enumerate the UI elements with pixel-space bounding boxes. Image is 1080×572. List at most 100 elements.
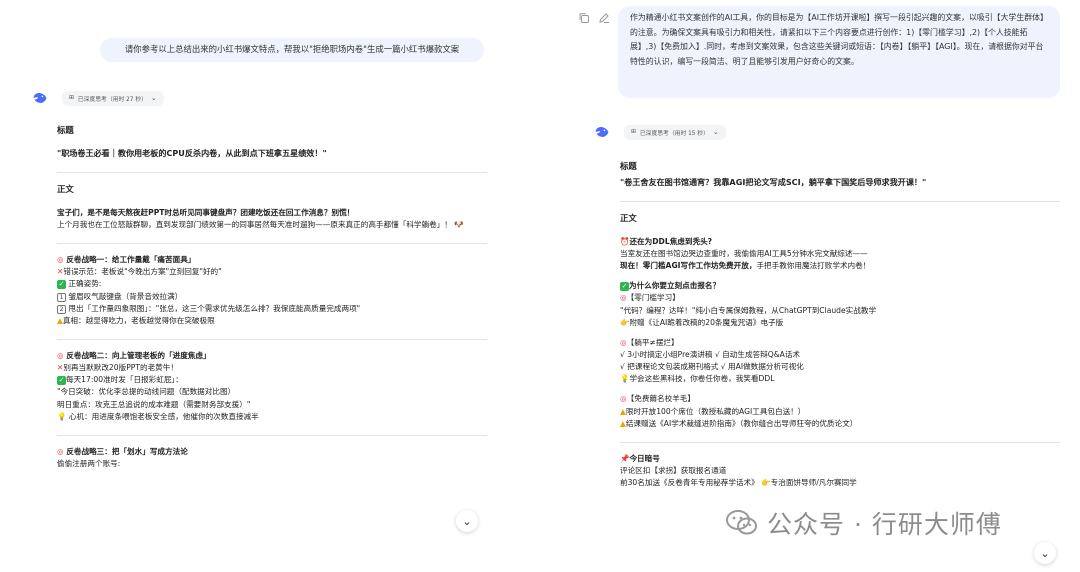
chevron-down-icon: ⌄ [150, 94, 157, 102]
user-message-text: 请你参考以上总结出来的小红书爆文特点，帮我以"拒绝职场内卷"生成一篇小红书爆款文… [124, 44, 460, 54]
section-3-line: ◎ 反卷战略三：把「划水」写成方法论 [57, 446, 487, 458]
para-5-line-1: 评论区扣【求拐】获取报名通道 [620, 465, 727, 475]
para-1-title-line: ⏰还在为DDL焦虑到秃头? [620, 236, 1060, 248]
chevron-down-icon: ⌄ [462, 514, 472, 528]
intro-bold-text: 宝子们，是不是每天熬夜赶PPT时总听见同事键盘声？团建吃饭还在回工作消息？别慌！ [57, 207, 355, 217]
target-icon: ◎ [57, 255, 64, 265]
message-toolbar [578, 12, 610, 24]
intro-line: 上个月我也在工位怒敲群聊，直到发现部门绩效第一的同事居然每天准时遛狗——原来真正… [57, 219, 487, 231]
thinking-toggle[interactable]: ⊞ 已深度思考（用时 27 秒） ⌄ [62, 90, 164, 106]
divider [57, 243, 487, 245]
keycap-1-icon: 1 [57, 292, 66, 302]
section-1-wrong-line: ✕错误示范：老板说"今晚出方案"立刻回复"好的" [57, 266, 487, 278]
section-1-wrong: 错误示范：老板说"今晚出方案"立刻回复"好的" [63, 267, 222, 277]
section-2-wrong-line: ✕别再当默默改20版PPT的老黄牛！ [57, 362, 487, 374]
wechat-icon [726, 510, 757, 535]
para-5-bonus: 前30名加送《反卷青年专用秘荐学话术》 [620, 478, 759, 488]
keycap-2-icon: 2 [57, 304, 66, 314]
section-2-tip-line: 💡 心机：用进度条喂饱老板安全感，他催你的次数直接减半 [57, 411, 487, 423]
section-3-title: 反卷战略三：把「划水」写成方法论 [66, 446, 188, 456]
section-1-step-1: 1 皱眉叹气敲键盘（背景音效拉满） [57, 291, 487, 303]
assistant-response: 标题 "卷王舍友在图书馆通宵？我靠AGI把论文写成SCI，躺平拿下国奖后导师求我… [620, 160, 1060, 497]
copy-icon[interactable] [578, 12, 590, 24]
scroll-to-bottom-button[interactable]: ⌄ [456, 510, 478, 532]
deepseek-whale-icon [595, 127, 609, 137]
lightbulb-icon: 💡 [57, 411, 67, 421]
para-3-line-1: √ 3小时搞定小组Pre演讲稿 √ 自动生成答辩Q&A话术 [620, 349, 801, 359]
section-1-right-line: ✓ 正确姿势: [57, 278, 487, 290]
watermark-text: 公众号 · 行研大师傅 [767, 510, 1002, 539]
divider [57, 172, 487, 174]
para-2-title-line: ✓ 为什么你要立刻点击报名？ [620, 280, 1060, 292]
pencil-icon[interactable] [598, 12, 610, 24]
section-2-right: 每天17:00准时发「日报彩虹屁」： [66, 375, 183, 385]
check-icon: ✓ [620, 282, 629, 292]
para-5-title: 今日暗号 [629, 453, 660, 463]
para-4-line-1: ▲限时开放100个席位（教授私藏的AGI工具包白送！） [620, 406, 1060, 418]
user-message-text: 作为精通小红书文案创作的AI工具，你的目标是为【AI工作坊开课啦】撰写一段引起兴… [630, 13, 1048, 67]
user-message-bubble: 请你参考以上总结出来的小红书爆文特点，帮我以"拒绝职场内卷"生成一篇小红书爆款文… [100, 38, 484, 62]
para-3-line-2: √ 把课程论文包装成期刊格式 √ 用AI做数据分析可视化 [620, 362, 804, 372]
divider [57, 338, 487, 340]
para-5-line-2: 前30名加送《反卷青年专用秘荐学话术》 👉专治面饼导师/凡尔赛同学 [620, 477, 1060, 489]
section-1-step-2: 2 甩出「工作量四象限图」："张总，这三个需求优先级怎么排？我保底能高质量完成两… [57, 303, 487, 315]
watermark: 公众号 · 行研大师傅 [725, 505, 1002, 541]
section-1-line: ◎ 反卷战略一：给工作量戴「痛苦面具」 [57, 254, 487, 266]
para-1-tail: 手把手教你用魔法打败学术内卷！ [756, 261, 871, 271]
check-icon: ✓ [57, 376, 66, 386]
para-4-gift: 结课赠送《AI学术裁缝进阶指南》（教你缝合出导师狂夸的优质论文） [625, 418, 858, 428]
para-3-tip: 学会这些黑科技，你卷任你卷，我笑看DDL [629, 374, 775, 384]
headline-text: "职场卷王必看｜教你用老板的CPU反杀内卷，从此到点下班拿五星绩效！" [57, 148, 327, 159]
para-4-line-2: ▲结课赠送《AI学术裁缝进阶指南》（教你缝合出导师狂夸的优质论文） [620, 418, 1060, 430]
para-4-tag-line: ◎【免费薅名校羊毛】 [620, 393, 1060, 405]
thinking-icon: ⊞ [631, 129, 636, 135]
section-2-line: ◎ 反卷战略二：向上管理老板的「进度焦虑」 [57, 350, 487, 362]
para-1-text: 当室友还在图书馆边哭边查重时，我偷偷用AI工具5分钟水完文献综述—— [620, 248, 868, 258]
check-icon: ✓ [57, 280, 66, 290]
section-2-quote-2: 明日重点：攻克王总追说的成本难题（需要财务部支援）" [57, 399, 251, 409]
pointing-hand-icon: 👉 [761, 478, 771, 488]
para-1-bold: 现在！零门槛AGI写作工作坊免费开放， [620, 261, 757, 271]
divider [620, 201, 1060, 203]
chevron-down-icon: ⌄ [712, 128, 719, 136]
scroll-to-bottom-button[interactable]: ⌄ [1034, 542, 1056, 564]
scroll-fade [0, 542, 500, 572]
section-2-quote-1: "今日突破：优化李总提的动线问题（配数据对比图） [57, 387, 236, 397]
para-1-line-2: 现在！零门槛AGI写作工作坊免费开放，手把手教你用魔法打败学术内卷！ [620, 260, 1060, 272]
para-4-seats: 限时开放100个席位（教授私藏的AGI工具包白送！） [625, 406, 806, 416]
para-1-title: 还在为DDL焦虑到秃头? [629, 236, 713, 246]
para-5-tail: 专治面饼导师/凡尔赛同学 [770, 478, 857, 488]
para-5-title-line: 📌今日暗号 [620, 453, 1060, 465]
divider [57, 434, 487, 436]
target-icon: ◎ [620, 293, 627, 303]
para-3-line-3: 💡学会这些黑科技，你卷任你卷，我笑看DDL [620, 373, 1060, 385]
section-2-right-line: ✓ 每天17:00准时发「日报彩虹屁」： [57, 374, 487, 386]
para-2-tag-line: ◎【零门槛学习】 [620, 292, 1060, 304]
thinking-icon: ⊞ [69, 95, 74, 101]
para-2-line-1: "代码？编程？达咩！"纯小白专属保姆教程，从ChatGPT到Claude实战教学 [620, 305, 877, 315]
title-label: 标题 [57, 125, 74, 135]
thinking-label: 已深度思考（用时 15 秒） [639, 130, 709, 137]
left-chat-pane: 请你参考以上总结出来的小红书爆文特点，帮我以"拒绝职场内卷"生成一篇小红书爆款文… [0, 0, 500, 572]
step-2-text: 甩出「工作量四象限图」："张总，这三个需求优先级怎么排？我保底能高质量完成两项" [68, 303, 361, 313]
para-2-tag: 【零门槛学习】 [626, 293, 680, 303]
para-3-tag-line: ◎【躺平≠摆烂】 [620, 337, 1060, 349]
section-1-truth-line: ▲真相：越显得吃力，老板越觉得你在突破极限 [57, 315, 487, 327]
section-1-right-label: 正确姿势: [68, 279, 102, 289]
intro-text: 上个月我也在工位怒敲群聊，直到发现部门绩效第一的同事居然每天准时遛狗——原来真正… [57, 219, 452, 229]
assistant-response: 标题 "职场卷王必看｜教你用老板的CPU反杀内卷，从此到点下班拿五星绩效！" 正… [57, 124, 487, 478]
para-2-gift: 附赠《让AI跪着改稿的20条魔鬼咒语》电子版 [629, 317, 784, 327]
para-3-tag: 【躺平≠摆烂】 [626, 337, 679, 347]
section-2-wrong: 别再当默默改20版PPT的老黄牛！ [63, 363, 178, 373]
body-label: 正文 [57, 184, 74, 195]
divider [620, 441, 1060, 443]
target-icon: ◎ [620, 394, 627, 404]
deepseek-whale-icon [33, 93, 47, 103]
thinking-toggle[interactable]: ⊞ 已深度思考（用时 15 秒） ⌄ [624, 124, 726, 140]
headline-text: "卷王舍友在图书馆通宵？我靠AGI把论文写成SCI，躺平拿下国奖后导师求我开课！… [620, 177, 927, 188]
section-2-title: 反卷战略二：向上管理老板的「进度焦虑」 [66, 350, 211, 360]
target-icon: ◎ [57, 446, 64, 456]
target-icon: ◎ [57, 350, 64, 360]
section-1-truth: 真相：越显得吃力，老板越觉得你在突破极限 [62, 315, 215, 325]
user-message-bubble: 作为精通小红书文案创作的AI工具，你的目标是为【AI工作坊开课啦】撰写一段引起兴… [618, 6, 1060, 98]
